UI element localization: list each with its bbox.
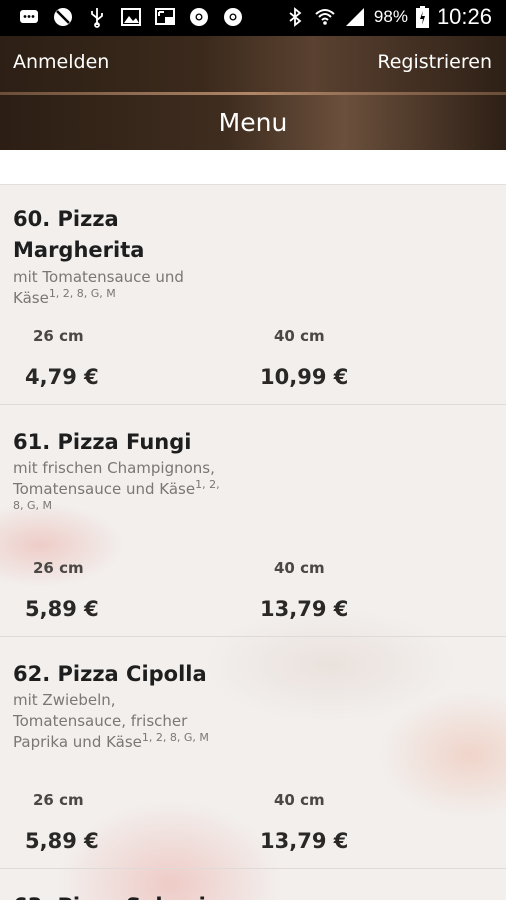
item-description-text: mit frischen Champignons, Tomatensauce u… — [13, 459, 215, 498]
chrome-icon — [224, 8, 242, 26]
price-button[interactable]: 13,79 € — [260, 597, 348, 621]
price-button[interactable]: 4,79 € — [25, 365, 99, 389]
gallery-icon — [121, 8, 141, 26]
item-name: 63. Pizza Salami — [13, 891, 313, 900]
screenshot-icon — [155, 8, 175, 25]
allergen-codes: 1, 2, 8, G, M — [141, 731, 209, 744]
blocked-icon — [54, 8, 72, 26]
size-label: 26 cm — [33, 559, 84, 577]
login-link[interactable]: Anmelden — [13, 51, 109, 73]
system-icons: 98% 10:26 — [284, 4, 492, 30]
size-label: 40 cm — [274, 559, 325, 577]
battery-percent: 98% — [373, 7, 408, 26]
chrome-icon — [190, 8, 208, 26]
size-label: 40 cm — [274, 791, 325, 809]
bluetooth-icon — [289, 7, 302, 27]
size-label: 26 cm — [33, 791, 84, 809]
price-button[interactable]: 5,89 € — [25, 829, 99, 853]
allergen-codes: 1, 2, 8, G, M — [48, 287, 116, 300]
menu-item[interactable]: 60. Pizza Margherita mit Tomatensauce un… — [0, 185, 506, 405]
price-button[interactable]: 10,99 € — [260, 365, 348, 389]
clock: 10:26 — [436, 4, 492, 29]
menu-item[interactable]: 63. Pizza Salami — [0, 869, 506, 900]
item-name: 61. Pizza Fungi — [13, 430, 192, 454]
category-strip — [0, 150, 506, 185]
size-label: 26 cm — [33, 327, 84, 345]
menu-list[interactable]: 60. Pizza Margherita mit Tomatensauce un… — [0, 185, 506, 900]
item-description: mit Zwiebeln, Tomatensauce, frischer Pap… — [13, 690, 228, 753]
top-bar: Anmelden Registrieren — [0, 36, 506, 92]
size-label: 40 cm — [274, 327, 325, 345]
title-bar: Menu — [0, 95, 506, 150]
wifi-icon — [315, 9, 335, 25]
price-button[interactable]: 5,89 € — [25, 597, 99, 621]
signal-icon — [345, 8, 364, 26]
item-description: mit Tomatensauce und Käse1, 2, 8, G, M — [13, 267, 228, 309]
register-link[interactable]: Registrieren — [377, 51, 492, 73]
menu-item[interactable]: 62. Pizza Cipolla mit Zwiebeln, Tomatens… — [0, 637, 506, 869]
messages-icon — [20, 10, 38, 23]
menu-item[interactable]: 61. Pizza Fungi mit frischen Champignons… — [0, 405, 506, 637]
notification-icons — [18, 6, 244, 28]
item-name: 60. Pizza Margherita — [13, 207, 145, 262]
price-button[interactable]: 13,79 € — [260, 829, 348, 853]
item-description: mit frischen Champignons, Tomatensauce u… — [13, 458, 228, 521]
item-name: 62. Pizza Cipolla — [13, 662, 207, 686]
page-title: Menu — [218, 108, 288, 137]
usb-icon — [91, 8, 103, 28]
battery-icon — [415, 6, 429, 28]
status-bar: 98% 10:26 — [0, 0, 506, 36]
